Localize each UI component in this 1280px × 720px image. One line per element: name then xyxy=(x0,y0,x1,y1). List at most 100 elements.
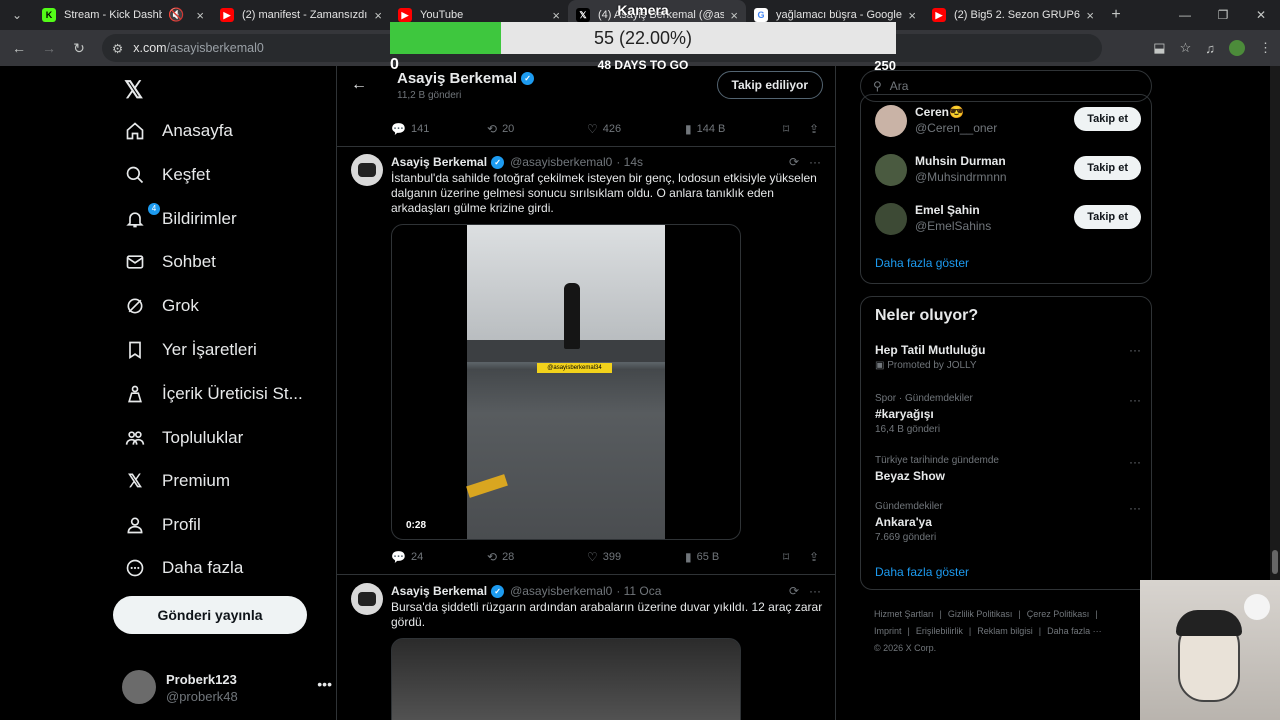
share-button[interactable]: ⇪ xyxy=(809,550,824,564)
more-dots-icon[interactable]: ··· xyxy=(1129,455,1141,469)
trends-title: Neler oluyor? xyxy=(875,307,979,324)
media-control-icon[interactable]: ♫ xyxy=(1205,41,1215,56)
grok-explain-icon[interactable]: ⟳ xyxy=(789,155,799,169)
tweet-video[interactable] xyxy=(391,638,741,720)
views-icon: ▮ xyxy=(685,550,692,564)
avatar xyxy=(122,670,156,704)
restore-icon[interactable]: ❐ xyxy=(1204,0,1242,30)
nav-notifications[interactable]: 4 Bildirimler xyxy=(124,199,237,239)
trend-item[interactable]: Gündemdekiler Ankara'ya 7.669 gönderi ··… xyxy=(875,501,1141,543)
hair xyxy=(1176,610,1242,636)
more-dots-icon[interactable]: ··· xyxy=(809,155,821,169)
tweet-avatar[interactable] xyxy=(351,154,383,186)
reply-button[interactable]: 💬 141 xyxy=(391,122,429,136)
bookmark-icon: ⌑ xyxy=(783,550,790,564)
nav-creator-studio[interactable]: İçerik Üreticisi St... xyxy=(124,374,303,414)
mail-icon xyxy=(124,251,146,273)
webcam-overlay xyxy=(1140,580,1280,720)
install-app-icon[interactable]: ⬓ xyxy=(1153,40,1165,56)
search-icon: ⚲ xyxy=(873,79,882,93)
tweet-avatar[interactable] xyxy=(351,583,383,615)
nav-more[interactable]: Daha fazla xyxy=(124,548,243,588)
tweet-options: ⟳ ··· xyxy=(789,155,821,169)
tab-5[interactable]: ▶ (2) Big5 2. Sezon GRUP6 Sa × xyxy=(924,0,1102,30)
home-icon xyxy=(124,120,146,142)
retweet-icon: ⟲ xyxy=(487,122,498,136)
show-more-link[interactable]: Daha fazla göster xyxy=(875,256,969,270)
browser-menu-icon[interactable]: ⋮ xyxy=(1259,40,1272,56)
close-tab-icon[interactable]: × xyxy=(374,8,382,23)
views-button[interactable]: ▮ 144 B xyxy=(685,122,725,136)
close-tab-icon[interactable]: × xyxy=(908,8,916,23)
x-premium-icon: 𝕏 xyxy=(127,470,143,491)
nav-communities[interactable]: Topluluklar xyxy=(124,418,243,458)
nav-profile[interactable]: Profil xyxy=(124,505,201,545)
overlay-title: Kamera xyxy=(617,2,669,18)
like-button[interactable]: ♡ 399 xyxy=(587,550,621,564)
tab-search-chevron-icon[interactable]: ⌄ xyxy=(0,0,34,30)
reload-icon[interactable]: ↻ xyxy=(64,40,94,57)
nav-messages[interactable]: Sohbet xyxy=(124,242,216,282)
trend-item[interactable]: Hep Tatil Mutluluğu ▣ Promoted by JOLLY … xyxy=(875,343,1141,371)
bookmark-icon: ⌑ xyxy=(783,122,790,136)
minimize-icon[interactable]: — xyxy=(1166,0,1204,30)
more-dots-icon[interactable]: ··· xyxy=(809,584,821,598)
suggestion-item[interactable]: Ceren😎 @Ceren__oner Takip et xyxy=(875,103,1141,139)
tab-0[interactable]: K Stream - Kick Dashboard 🔇 × xyxy=(34,0,212,30)
profile-avatar-icon[interactable] xyxy=(1229,40,1245,56)
avatar xyxy=(875,154,907,186)
nav-grok[interactable]: Grok xyxy=(124,286,199,326)
more-dots-icon[interactable]: ••• xyxy=(317,676,332,692)
forward-icon[interactable]: → xyxy=(34,40,64,56)
grok-explain-icon[interactable]: ⟳ xyxy=(789,584,799,598)
share-icon: ⇪ xyxy=(809,122,820,136)
profile-icon xyxy=(124,514,146,536)
trend-item[interactable]: Türkiye tarihinde gündemde Beyaz Show ··… xyxy=(875,455,1141,483)
nav-explore[interactable]: Keşfet xyxy=(124,155,210,195)
x-logo-icon[interactable]: 𝕏 xyxy=(124,76,148,104)
bookmark-button[interactable]: ⌑ xyxy=(783,550,794,564)
tweet-video[interactable]: @asayisberkemal34 0:28 xyxy=(391,224,741,540)
suggestion-item[interactable]: Muhsin Durman @Muhsindrmnnn Takip et xyxy=(875,152,1141,188)
reply-button[interactable]: 💬 24 xyxy=(391,550,423,564)
bookmark-button[interactable]: ⌑ xyxy=(783,122,794,136)
account-switcher[interactable]: Proberk123 @proberk48 ••• xyxy=(122,670,332,706)
back-icon[interactable]: ← xyxy=(4,40,34,56)
site-info-icon[interactable]: ⚙ xyxy=(112,41,123,56)
follow-button[interactable]: Takip et xyxy=(1074,156,1141,180)
follow-button[interactable]: Takip et xyxy=(1074,107,1141,131)
more-dots-icon[interactable]: ··· xyxy=(1129,393,1141,407)
share-button[interactable]: ⇪ xyxy=(809,122,824,136)
browser-toolbar-icons: ⬓ ☆ ♫ ⋮ xyxy=(1153,30,1272,66)
bookmark-icon xyxy=(124,339,146,361)
back-arrow-icon[interactable]: ← xyxy=(351,76,367,94)
post-button[interactable]: Gönderi yayınla xyxy=(113,596,307,634)
bookmark-star-icon[interactable]: ☆ xyxy=(1180,40,1192,56)
following-button[interactable]: Takip ediliyor xyxy=(716,71,823,99)
show-more-link[interactable]: Daha fazla göster xyxy=(875,565,969,579)
views-button[interactable]: ▮ 65 B xyxy=(685,550,719,564)
heart-icon: ♡ xyxy=(587,550,598,564)
follow-button[interactable]: Takip et xyxy=(1074,205,1141,229)
like-button[interactable]: ♡ 426 xyxy=(587,122,621,136)
nav-home[interactable]: Anasayfa xyxy=(124,111,233,151)
scrollbar-thumb[interactable] xyxy=(1272,550,1278,574)
retweet-button[interactable]: ⟲ 20 xyxy=(487,122,514,136)
nav-premium[interactable]: 𝕏 Premium xyxy=(124,461,230,501)
nav-bookmarks[interactable]: Yer İşaretleri xyxy=(124,330,257,370)
video-frame[interactable]: @asayisberkemal34 xyxy=(466,225,665,539)
who-to-follow: Ceren😎 @Ceren__oner Takip et Muhsin Durm… xyxy=(860,94,1152,284)
tweet-actions: 💬 24 ⟲ 28 ♡ 399 ▮ 65 B ⌑ ⇪ xyxy=(391,550,821,570)
trend-item[interactable]: Spor · Gündemdekiler #karyağışı 16,4 B g… xyxy=(875,393,1141,435)
close-tab-icon[interactable]: × xyxy=(196,8,204,23)
tab-1[interactable]: ▶ (2) manifest - Zamansızdık × xyxy=(212,0,390,30)
suggestion-item[interactable]: Emel Şahin @EmelSahins Takip et xyxy=(875,201,1141,237)
window-controls: — ❐ ✕ xyxy=(1166,0,1280,30)
more-dots-icon[interactable]: ··· xyxy=(1129,343,1141,357)
mute-icon[interactable]: 🔇 xyxy=(168,7,184,23)
close-window-icon[interactable]: ✕ xyxy=(1242,0,1280,30)
new-tab-icon[interactable]: + xyxy=(1102,6,1130,24)
more-dots-icon[interactable]: ··· xyxy=(1129,501,1141,515)
close-tab-icon[interactable]: × xyxy=(1086,8,1094,23)
retweet-button[interactable]: ⟲ 28 xyxy=(487,550,514,564)
